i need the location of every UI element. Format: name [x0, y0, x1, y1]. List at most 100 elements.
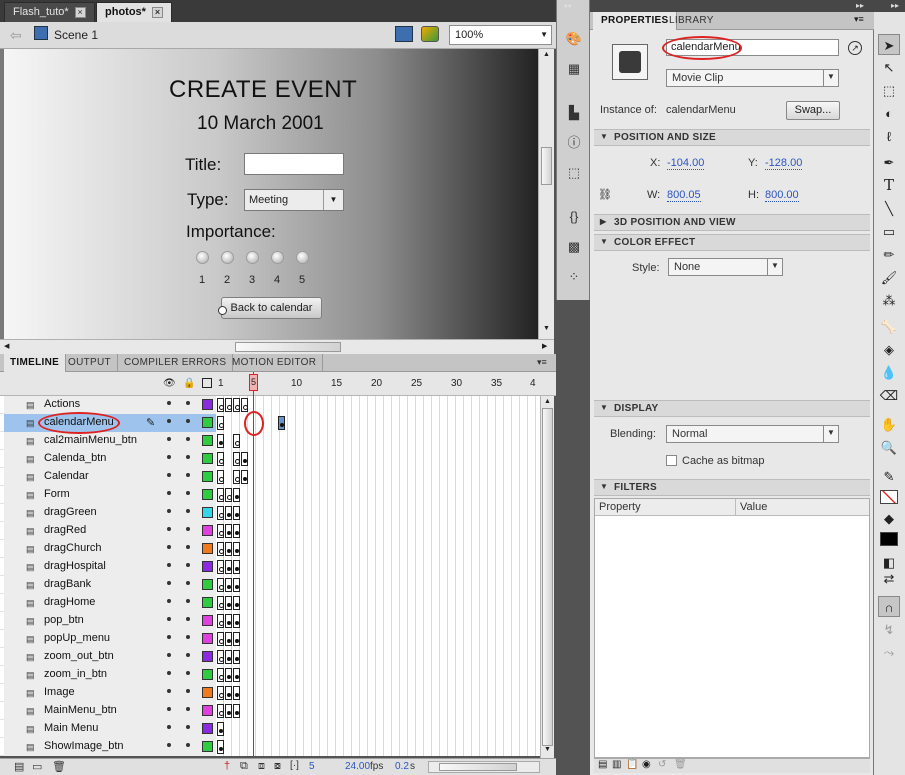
- keyframe[interactable]: [225, 506, 232, 520]
- fill-swatch[interactable]: [880, 532, 898, 546]
- keyframe[interactable]: [225, 560, 232, 574]
- lock-toggle[interactable]: [186, 473, 190, 477]
- importance-radio-3[interactable]: [246, 251, 259, 264]
- keyframe[interactable]: [225, 524, 232, 538]
- layer-row[interactable]: ▤ Calenda_btn: [0, 450, 540, 468]
- layer-info[interactable]: ▤ Image: [4, 684, 216, 702]
- scroll-thumb[interactable]: [235, 342, 341, 352]
- collapse-arrows-icon[interactable]: ◂◂: [563, 1, 571, 10]
- lock-toggle[interactable]: [186, 527, 190, 531]
- keyframe[interactable]: [217, 722, 224, 736]
- edit-symbol-icon[interactable]: ↗: [848, 41, 862, 55]
- line-tool-icon[interactable]: ╲: [878, 198, 900, 219]
- document-tab-flash-tuto[interactable]: Flash_tuto* ×: [4, 2, 95, 22]
- transform-icon[interactable]: ⬚: [565, 164, 583, 182]
- stroke-swatch[interactable]: [880, 490, 898, 504]
- swap-button[interactable]: Swap...: [786, 101, 840, 120]
- keyframe[interactable]: [233, 704, 240, 718]
- visibility-toggle[interactable]: [167, 527, 171, 531]
- y-value[interactable]: -128.00: [765, 157, 803, 170]
- keyframe[interactable]: [217, 632, 224, 646]
- symbol-type-select[interactable]: Movie Clip ▼: [666, 69, 839, 87]
- layer-info[interactable]: ▤ dragHospital: [4, 558, 216, 576]
- rectangle-tool-icon[interactable]: ▭: [878, 221, 900, 242]
- keyframe[interactable]: [217, 740, 224, 754]
- layer-frames[interactable]: [216, 558, 540, 576]
- width-value[interactable]: 800.05: [667, 189, 701, 202]
- lock-toggle[interactable]: [186, 689, 190, 693]
- keyframe[interactable]: [225, 542, 232, 556]
- layer-outline-color[interactable]: [202, 723, 213, 734]
- visibility-toggle[interactable]: [167, 509, 171, 513]
- layer-frames[interactable]: [216, 630, 540, 648]
- layer-info[interactable]: ▤ Actions: [4, 396, 216, 414]
- lock-toggle[interactable]: [186, 509, 190, 513]
- selection-tool-icon[interactable]: ➤: [878, 34, 900, 55]
- scroll-down-icon[interactable]: ▼: [543, 325, 550, 332]
- scroll-up-icon[interactable]: ▲: [543, 51, 550, 58]
- layer-outline-color[interactable]: [202, 741, 213, 752]
- current-frame-value[interactable]: 5: [309, 761, 315, 772]
- document-tab-photos[interactable]: photos* ×: [96, 2, 172, 22]
- keyframe[interactable]: [217, 650, 224, 664]
- new-folder-icon[interactable]: ▭: [32, 760, 42, 773]
- keyframe[interactable]: [233, 470, 240, 484]
- layer-info[interactable]: ▤ dragBank: [4, 576, 216, 594]
- layer-info[interactable]: ▤ dragChurch: [4, 540, 216, 558]
- keyframe[interactable]: [241, 470, 248, 484]
- layer-outline-color[interactable]: [202, 615, 213, 626]
- keyframe[interactable]: [217, 398, 224, 412]
- lock-toggle[interactable]: [186, 563, 190, 567]
- visibility-toggle[interactable]: [167, 581, 171, 585]
- keyframe[interactable]: [225, 488, 232, 502]
- layer-frames[interactable]: [216, 738, 540, 756]
- lock-toggle[interactable]: [186, 617, 190, 621]
- layer-outline-color[interactable]: [202, 399, 213, 410]
- scroll-up-icon[interactable]: ▲: [544, 398, 551, 405]
- keyframe[interactable]: [217, 506, 224, 520]
- layer-row[interactable]: ▤ Image: [0, 684, 540, 702]
- layer-outline-color[interactable]: [202, 561, 213, 572]
- layer-outline-color[interactable]: [202, 471, 213, 482]
- layer-outline-color[interactable]: [202, 669, 213, 680]
- info-icon[interactable]: ⓘ: [565, 134, 583, 152]
- layer-outline-color[interactable]: [202, 579, 213, 590]
- layer-frames[interactable]: [216, 522, 540, 540]
- expand-arrows-icon[interactable]: ▸▸: [891, 1, 899, 10]
- snap-to-objects-icon[interactable]: ∩: [878, 596, 900, 617]
- keyframe[interactable]: [217, 488, 224, 502]
- 3d-rotation-tool-icon[interactable]: ◐: [878, 103, 900, 124]
- keyframe[interactable]: [233, 596, 240, 610]
- toggle-filter-icon[interactable]: ◉: [642, 759, 651, 770]
- tab-motion-editor[interactable]: MOTION EDITOR: [226, 354, 324, 372]
- lock-toggle[interactable]: [186, 545, 190, 549]
- keyframe[interactable]: [217, 596, 224, 610]
- layer-info[interactable]: ▤ zoom_out_btn: [4, 648, 216, 666]
- back-to-calendar-button[interactable]: Back to calendar: [221, 297, 322, 319]
- timeline-vertical-scrollbar[interactable]: ▲ ▼: [540, 396, 554, 758]
- components-icon[interactable]: ▩: [565, 238, 583, 256]
- free-transform-tool-icon[interactable]: ⬚: [878, 80, 900, 101]
- layer-info[interactable]: ▤ cal2mainMenu_btn: [4, 432, 216, 450]
- layer-frames[interactable]: [216, 684, 540, 702]
- visibility-toggle[interactable]: [167, 653, 171, 657]
- timeline-horizontal-scrollbar[interactable]: [428, 761, 540, 773]
- delete-icon[interactable]: 🗑: [52, 760, 66, 773]
- clipboard-icon[interactable]: 📋: [626, 759, 638, 770]
- layer-row[interactable]: ▤ ShowImage_btn: [0, 738, 540, 756]
- layer-info[interactable]: ▤ dragHome: [4, 594, 216, 612]
- keyframe[interactable]: [225, 596, 232, 610]
- keyframe[interactable]: [217, 668, 224, 682]
- column-header-property[interactable]: Property: [599, 501, 641, 513]
- hand-tool-icon[interactable]: ✋: [878, 414, 900, 435]
- keyframe[interactable]: [233, 524, 240, 538]
- tab-compiler-errors[interactable]: COMPILER ERRORS: [118, 354, 234, 372]
- layer-frames[interactable]: [216, 504, 540, 522]
- section-3d-position[interactable]: ▶ 3D POSITION AND VIEW: [594, 214, 870, 231]
- playhead-frame-indicator[interactable]: 5: [249, 374, 258, 391]
- scroll-left-icon[interactable]: ◀: [4, 342, 9, 350]
- keyframe[interactable]: [225, 614, 232, 628]
- paint-bucket-tool-icon[interactable]: ◈: [878, 339, 900, 360]
- keyframe[interactable]: [217, 542, 224, 556]
- keyframe[interactable]: [241, 452, 248, 466]
